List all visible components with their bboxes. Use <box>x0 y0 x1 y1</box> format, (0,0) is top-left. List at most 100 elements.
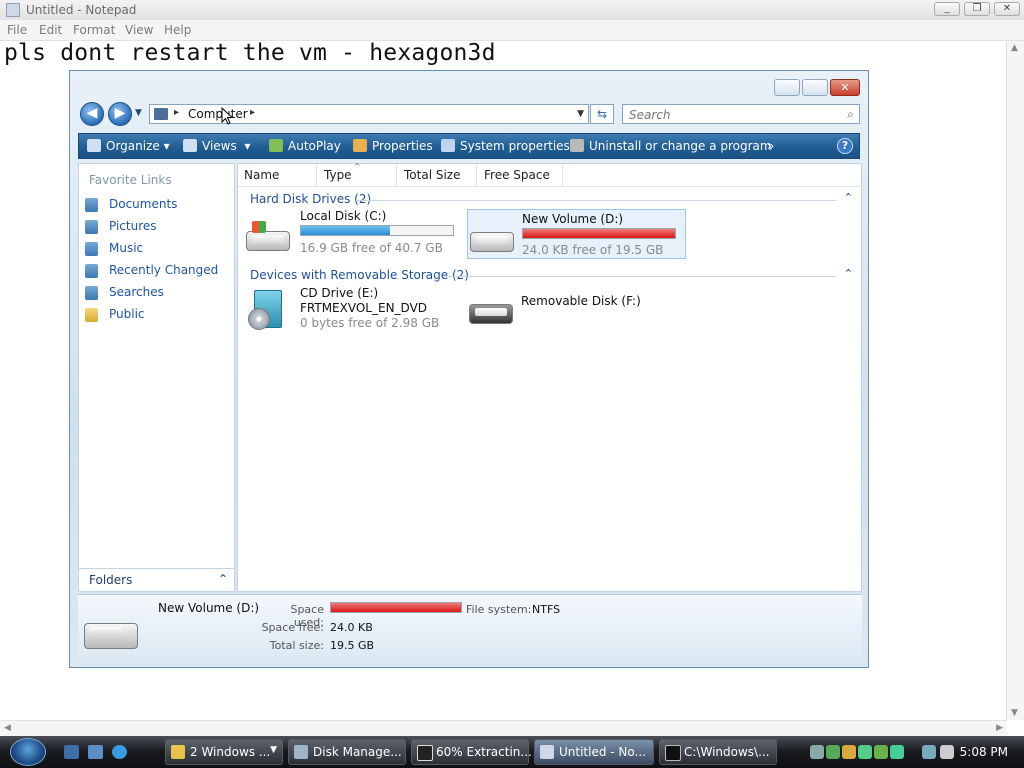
system-properties-icon <box>441 139 455 152</box>
taskbar-command-prompt[interactable]: C:\Windows\... <box>659 739 777 765</box>
music-icon <box>85 242 98 256</box>
more-commands-button[interactable]: » <box>767 139 774 153</box>
scroll-left-icon[interactable]: ◀ <box>4 723 11 733</box>
help-icon[interactable]: ? <box>837 138 853 154</box>
drive-free-space: 16.9 GB free of 40.7 GB <box>300 241 443 255</box>
horizontal-scrollbar[interactable]: ◀ ▶ <box>0 720 1007 737</box>
menu-format[interactable]: Format <box>73 23 115 37</box>
taskbar-7zip-extracting[interactable]: 60% Extractin... <box>411 739 532 765</box>
tray-sync-icon[interactable] <box>874 745 888 759</box>
taskbar-notepad[interactable]: Untitled - No... <box>534 739 654 765</box>
refresh-button[interactable]: ⇆ <box>590 104 614 124</box>
column-divider[interactable] <box>396 164 397 186</box>
system-properties-button[interactable]: System properties <box>441 139 570 153</box>
organize-button[interactable]: Organize ▾ <box>87 139 170 153</box>
dvd-drive-icon <box>246 290 292 330</box>
favorite-link-pictures[interactable]: Pictures <box>83 218 233 236</box>
collapse-group-icon[interactable]: ⌃ <box>844 191 853 204</box>
explorer-maximize-button[interactable] <box>802 79 828 96</box>
column-header-type[interactable]: Type <box>324 168 352 182</box>
autoplay-button[interactable]: AutoPlay <box>269 139 341 153</box>
column-divider[interactable] <box>316 164 317 186</box>
mouse-cursor-icon <box>221 107 234 125</box>
drive-usage-bar <box>300 225 454 236</box>
vertical-scrollbar[interactable]: ▲ ▼ <box>1006 41 1024 720</box>
search-input[interactable] <box>627 107 831 123</box>
explorer-close-button[interactable]: ✕ <box>830 79 860 96</box>
search-box[interactable]: ⌕ <box>622 104 860 124</box>
tray-volume-muted-icon[interactable] <box>940 745 954 759</box>
notepad-titlebar[interactable]: Untitled - Notepad _ ❐ ✕ <box>0 0 1024 21</box>
tray-app-icon[interactable] <box>826 745 840 759</box>
menu-help[interactable]: Help <box>164 23 191 37</box>
folders-label: Folders <box>89 573 133 587</box>
minimize-button[interactable]: _ <box>934 2 960 16</box>
breadcrumb-computer[interactable]: Computer <box>188 107 248 121</box>
menu-view[interactable]: View <box>125 23 153 37</box>
details-usage-bar <box>330 602 462 613</box>
selected-drive-icon <box>84 619 140 653</box>
views-button[interactable]: Views ▾ <box>183 139 250 153</box>
column-header-total-size[interactable]: Total Size <box>404 168 460 182</box>
drive-usage-fill <box>301 226 390 235</box>
notepad-text-content[interactable]: pls dont restart the vm - hexagon3d <box>4 40 496 66</box>
system-properties-label: System properties <box>460 139 570 153</box>
forward-button[interactable]: ▶ <box>108 102 132 126</box>
group-removable-storage[interactable]: Devices with Removable Storage (2) <box>250 268 469 282</box>
column-divider[interactable] <box>476 164 477 186</box>
breadcrumb-chevron-icon[interactable]: ▸ <box>174 107 179 118</box>
explorer-minimize-button[interactable] <box>774 79 800 96</box>
column-header-free-space[interactable]: Free Space <box>484 168 550 182</box>
scroll-right-icon[interactable]: ▶ <box>996 723 1003 733</box>
favorite-link-documents[interactable]: Documents <box>83 196 233 214</box>
column-divider[interactable] <box>562 164 563 186</box>
tray-security-shield-icon[interactable] <box>842 745 856 759</box>
tray-app-icon[interactable] <box>858 745 872 759</box>
drive-removable-f[interactable]: Removable Disk (F:) <box>467 292 686 332</box>
properties-button[interactable]: Properties <box>353 139 433 153</box>
uninstall-program-button[interactable]: Uninstall or change a program <box>570 139 772 153</box>
recent-pages-chevron-icon[interactable]: ▼ <box>135 108 142 118</box>
tray-check-icon[interactable] <box>890 745 904 759</box>
details-total-size-label: Total size: <box>269 639 324 652</box>
favorite-link-searches[interactable]: Searches <box>83 284 233 302</box>
tray-network-icon[interactable] <box>810 745 824 759</box>
taskbar: 2 Windows ... ▼ Disk Manage... 60% Extrac… <box>0 736 1024 768</box>
start-button[interactable] <box>10 738 46 766</box>
favorite-link-music[interactable]: Music <box>83 240 233 258</box>
breadcrumb-chevron-icon[interactable]: ▸ <box>250 107 255 118</box>
removable-disk-icon <box>469 290 515 324</box>
search-icon[interactable]: ⌕ <box>847 107 854 122</box>
address-bar[interactable]: ▸ Computer ▸ ▼ <box>149 104 589 124</box>
column-header-name[interactable]: Name <box>244 168 279 182</box>
group-divider <box>444 276 836 277</box>
address-dropdown-icon[interactable]: ▼ <box>577 109 584 119</box>
favorite-link-recently-changed[interactable]: Recently Changed <box>83 262 233 280</box>
taskbar-windows-group[interactable]: 2 Windows ... ▼ <box>165 739 283 765</box>
task-label: 60% Extractin... <box>436 745 532 759</box>
collapse-group-icon[interactable]: ⌃ <box>844 267 853 280</box>
back-button[interactable]: ◀ <box>80 102 104 126</box>
group-hard-disk-drives[interactable]: Hard Disk Drives (2) <box>250 192 371 206</box>
tray-monitor-icon[interactable] <box>922 745 936 759</box>
details-pane: New Volume (D:) Space used: Space free: … <box>78 594 862 665</box>
close-button[interactable]: ✕ <box>994 2 1020 16</box>
organize-label: Organize <box>106 139 160 153</box>
clock[interactable]: 5:08 PM <box>960 745 1008 759</box>
taskbar-disk-management[interactable]: Disk Manage... <box>288 739 406 765</box>
internet-explorer-icon[interactable] <box>112 745 127 759</box>
drive-local-disk-c[interactable]: Local Disk (C:) 16.9 GB free of 40.7 GB <box>246 209 461 257</box>
drive-cd-e[interactable]: CD Drive (E:) FRTMEXVOL_EN_DVD 0 bytes f… <box>246 286 461 336</box>
show-desktop-icon[interactable] <box>64 745 79 759</box>
restore-button[interactable]: ❐ <box>964 2 990 16</box>
menu-edit[interactable]: Edit <box>39 23 62 37</box>
favorite-link-public[interactable]: Public <box>83 306 233 324</box>
scroll-down-icon[interactable]: ▼ <box>1011 708 1018 718</box>
public-folder-icon <box>85 308 98 322</box>
drive-new-volume-d[interactable]: New Volume (D:) 24.0 KB free of 19.5 GB <box>467 209 686 259</box>
folders-pane-toggle[interactable]: Folders ⌃ <box>78 568 235 592</box>
menu-file[interactable]: File <box>7 23 27 37</box>
switch-windows-icon[interactable] <box>88 745 103 759</box>
autoplay-icon <box>269 139 283 152</box>
scroll-up-icon[interactable]: ▲ <box>1011 43 1018 53</box>
